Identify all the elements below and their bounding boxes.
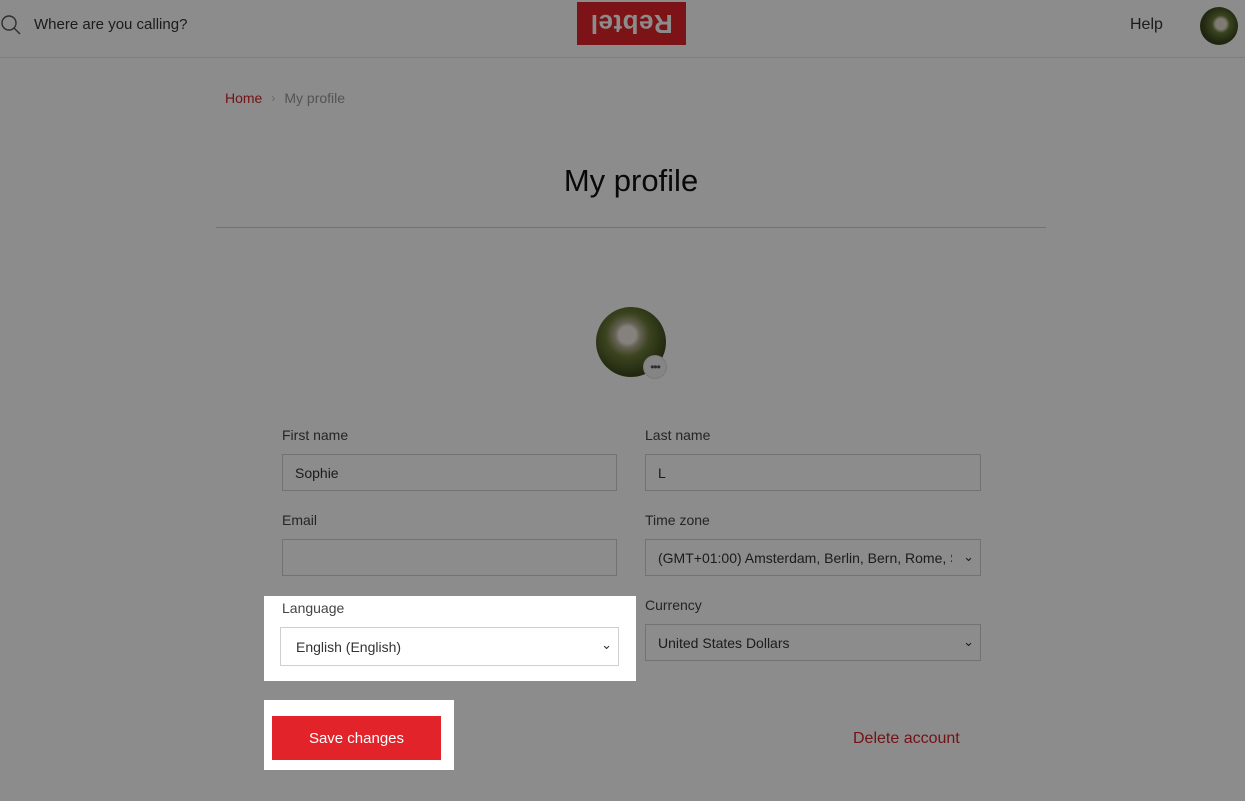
top-header: Where are you calling? Rebtel Help — [0, 0, 1245, 58]
language-label: Language — [282, 600, 345, 616]
chevron-down-icon: ⌄ — [963, 549, 974, 564]
help-link[interactable]: Help — [1130, 16, 1163, 34]
email-label: Email — [282, 512, 318, 528]
time-zone-value: (GMT+01:00) Amsterdam, Berlin, Bern, Rom… — [658, 549, 952, 566]
search-input[interactable]: Where are you calling? — [34, 16, 187, 33]
first-name-value: Sophie — [295, 464, 339, 481]
chevron-down-icon: ⌄ — [601, 637, 612, 652]
last-name-field[interactable]: L — [645, 454, 981, 491]
time-zone-label: Time zone — [645, 512, 710, 528]
first-name-field[interactable]: Sophie — [282, 454, 617, 491]
rebtel-logo[interactable]: Rebtel — [577, 2, 686, 45]
avatar-options-icon[interactable]: ••• — [643, 355, 667, 379]
chevron-down-icon: ⌄ — [963, 634, 974, 649]
currency-label: Currency — [645, 597, 702, 613]
language-select[interactable]: English (English) ⌄ — [280, 627, 619, 666]
breadcrumb-separator: › — [271, 91, 276, 105]
page-title: My profile — [216, 135, 1046, 228]
last-name-label: Last name — [645, 427, 711, 443]
currency-select[interactable]: United States Dollars ⌄ — [645, 624, 981, 661]
breadcrumb: Home › My profile — [225, 90, 345, 106]
email-field[interactable] — [282, 539, 617, 576]
breadcrumb-current: My profile — [284, 90, 346, 106]
first-name-label: First name — [282, 427, 349, 443]
delete-account-link[interactable]: Delete account — [853, 730, 960, 748]
last-name-value: L — [658, 464, 666, 481]
search-icon[interactable] — [0, 14, 22, 36]
currency-value: United States Dollars — [658, 634, 790, 651]
save-button[interactable]: Save changes — [272, 716, 441, 760]
user-avatar[interactable] — [1200, 7, 1238, 45]
breadcrumb-home-link[interactable]: Home — [225, 90, 262, 106]
time-zone-select[interactable]: (GMT+01:00) Amsterdam, Berlin, Bern, Rom… — [645, 539, 981, 576]
language-value: English (English) — [296, 638, 402, 655]
